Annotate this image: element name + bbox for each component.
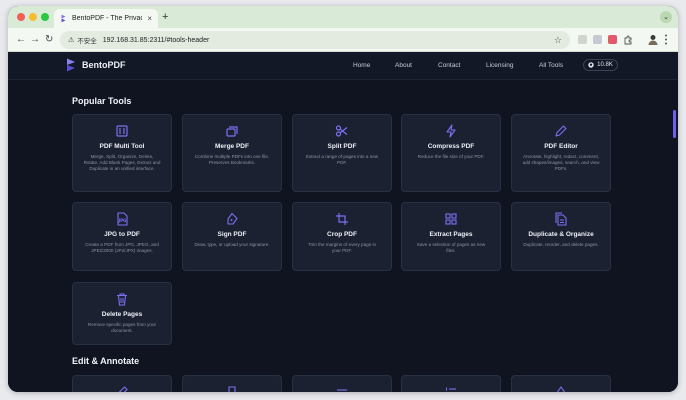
tab-search-button[interactable]: ⌄ <box>660 11 672 23</box>
tool-card-pdf-editor[interactable]: PDF Editor Annotate, highlight, redact, … <box>511 114 611 192</box>
new-tab-button[interactable]: + <box>162 10 168 24</box>
tool-description: Merge, Split, Organize, Delete, Rotate, … <box>83 154 161 171</box>
tool-description: Duplicate, reorder, and delete pages. <box>523 242 599 247</box>
tool-description: Reduce the file size of your PDF. <box>417 154 485 159</box>
tool-card-compress-pdf[interactable]: Compress PDF Reduce the file size of you… <box>401 114 501 192</box>
tool-card-duplicate-organize[interactable]: Duplicate & Organize Duplicate, reorder,… <box>511 202 611 271</box>
scrollbar-thumb[interactable] <box>673 110 676 138</box>
tool-card-merge-pdf[interactable]: Merge PDF Combine multiple PDFs into one… <box>182 114 282 192</box>
puzzle-icon[interactable] <box>623 35 633 45</box>
bento-logo-icon[interactable] <box>66 58 76 72</box>
multi-tool-icon <box>116 125 128 137</box>
trash-icon <box>117 293 127 306</box>
jpg-file-icon: JPG <box>117 212 128 226</box>
tool-description: Save a selection of pages as new files. <box>416 242 486 253</box>
lines-icon <box>337 389 347 391</box>
tool-title: JPG to PDF <box>104 231 140 238</box>
bookmark-icon <box>228 386 236 392</box>
svg-text:JPG: JPG <box>118 218 127 223</box>
tool-card-sign-pdf[interactable]: Sign PDF Draw, type, or upload your sign… <box>182 202 282 271</box>
security-label[interactable]: 不安全 <box>77 35 97 45</box>
tool-card-jpg-to-pdf[interactable]: JPG JPG to PDF Create a PDF from JPG, JP… <box>72 202 172 271</box>
tool-title: PDF Editor <box>544 143 578 150</box>
address-bar[interactable]: ⚠ 不安全 192.168.31.85:2311/#tools-header ☆ <box>60 31 570 49</box>
minimize-window-button[interactable] <box>29 13 37 21</box>
tool-card[interactable] <box>401 375 501 392</box>
extension-icon[interactable] <box>578 35 587 44</box>
forward-button[interactable]: → <box>30 34 40 46</box>
nav-link-licensing[interactable]: Licensing <box>486 62 513 69</box>
tool-title: PDF Multi Tool <box>99 143 145 150</box>
github-icon <box>588 62 594 68</box>
tool-card[interactable] <box>72 375 172 392</box>
browser-window: BentoPDF - The Privacy First × + ⌄ ← → ↻… <box>8 6 678 392</box>
tool-description: Create a PDF from JPG, JPEG, and JPEG200… <box>85 242 159 253</box>
tool-title: Delete Pages <box>101 311 143 318</box>
tool-card[interactable] <box>511 375 611 392</box>
pen-nib-icon <box>227 212 238 225</box>
nav-link-about[interactable]: About <box>395 62 412 69</box>
tool-card-crop-pdf[interactable]: Crop PDF Trim the margins of every page … <box>292 202 392 271</box>
droplet-icon <box>556 386 566 392</box>
section-title-popular: Popular Tools <box>72 96 132 106</box>
bookmark-star-icon[interactable]: ☆ <box>554 35 562 46</box>
tool-card-extract-pages[interactable]: Extract Pages Save a selection of pages … <box>401 202 501 271</box>
brand-name[interactable]: BentoPDF <box>82 60 126 70</box>
maximize-window-button[interactable] <box>41 13 49 21</box>
page-viewport: BentoPDF Home About Contact Licensing Al… <box>8 52 678 392</box>
profile-avatar-icon[interactable] <box>648 34 658 45</box>
tool-title: Duplicate & Organize <box>528 231 594 238</box>
back-button[interactable]: ← <box>16 34 26 46</box>
bento-favicon-icon <box>61 14 66 23</box>
documents-icon <box>555 212 567 226</box>
scissors-icon <box>335 125 348 137</box>
tab-title: BentoPDF - The Privacy First <box>72 15 143 22</box>
tool-card-split-pdf[interactable]: Split PDF Extract a range of pages into … <box>292 114 392 192</box>
site-navbar: BentoPDF Home About Contact Licensing Al… <box>8 52 678 80</box>
lightning-icon <box>446 124 456 138</box>
tool-description: Draw, type, or upload your signature. <box>194 242 270 247</box>
grid-icon <box>445 213 457 225</box>
tab-close-icon[interactable]: × <box>147 14 152 23</box>
github-stars-count: 10.8K <box>597 62 613 68</box>
pencil-icon <box>118 386 128 392</box>
warning-icon[interactable]: ⚠ <box>68 36 74 44</box>
browser-toolbar: ← → ↻ ⚠ 不安全 192.168.31.85:2311/#tools-he… <box>8 28 678 52</box>
nav-link-all-tools[interactable]: All Tools <box>539 62 563 69</box>
pencil-icon <box>555 125 567 137</box>
tool-card[interactable] <box>182 375 282 392</box>
github-stars-badge[interactable]: 10.8K <box>583 59 618 71</box>
tool-card-delete-pages[interactable]: Delete Pages Remove specific pages from … <box>72 282 172 345</box>
tool-title: Compress PDF <box>427 143 475 150</box>
nav-link-home[interactable]: Home <box>353 62 370 69</box>
tool-card-pdf-multi-tool[interactable]: PDF Multi Tool Merge, Split, Organize, D… <box>72 114 172 192</box>
tool-title: Merge PDF <box>215 143 249 150</box>
tool-description: Combine multiple PDFs into one file. Pre… <box>194 154 270 165</box>
crop-icon <box>336 213 348 225</box>
numbered-list-icon <box>446 387 456 391</box>
section-title-edit-annotate: Edit & Annotate <box>72 356 140 366</box>
tool-title: Extract Pages <box>429 231 473 238</box>
tool-description: Remove specific pages from your document… <box>87 322 157 333</box>
tool-card[interactable] <box>292 375 392 392</box>
extension-icon[interactable] <box>608 35 617 44</box>
url-text[interactable]: 192.168.31.85:2311/#tools-header <box>103 37 554 44</box>
tool-title: Sign PDF <box>217 231 247 238</box>
tool-description: Trim the margins of every page in your P… <box>307 242 377 253</box>
kebab-menu-icon[interactable] <box>664 34 668 45</box>
tool-title: Split PDF <box>327 143 357 150</box>
tool-description: Extract a range of pages into a new PDF. <box>305 154 379 165</box>
tool-title: Crop PDF <box>327 231 357 238</box>
nav-link-contact[interactable]: Contact <box>438 62 460 69</box>
tool-description: Annotate, highlight, redact, comment, ad… <box>522 154 600 171</box>
close-window-button[interactable] <box>17 13 25 21</box>
merge-icon <box>226 126 238 137</box>
browser-tab[interactable]: BentoPDF - The Privacy First × <box>54 9 158 28</box>
extension-icon[interactable] <box>593 35 602 44</box>
reload-button[interactable]: ↻ <box>45 34 53 46</box>
tab-strip: BentoPDF - The Privacy First × + ⌄ <box>8 6 678 28</box>
